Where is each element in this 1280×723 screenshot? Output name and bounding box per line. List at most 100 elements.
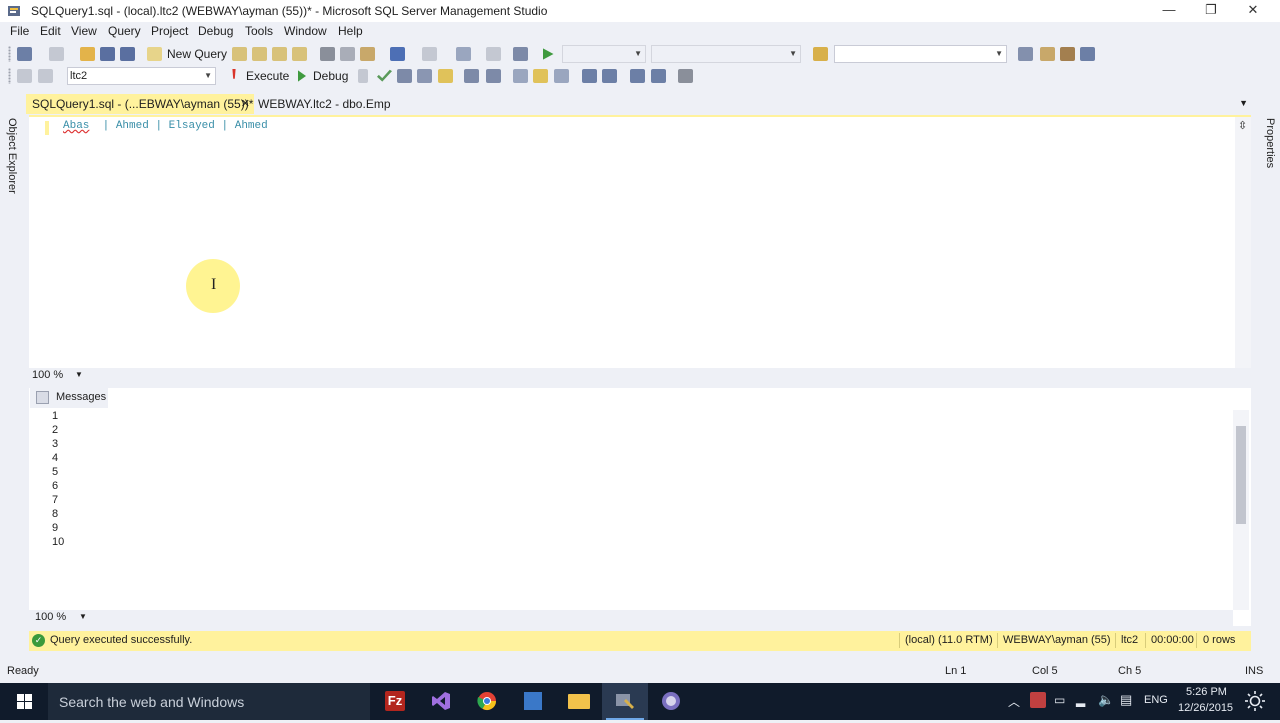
tray-expand-icon[interactable]: ︿ bbox=[1008, 693, 1020, 710]
editor-zoom-dropdown-icon[interactable]: ▼ bbox=[75, 370, 83, 379]
menu-query[interactable]: Query bbox=[108, 24, 141, 38]
editor-line-1[interactable]: Abas | Ahmed | Elsayed | Ahmed bbox=[63, 120, 268, 132]
power-icon[interactable]: ▭ bbox=[1054, 693, 1065, 707]
object-explorer-details-icon[interactable] bbox=[1040, 47, 1055, 61]
close-button[interactable]: ✕ bbox=[1230, 0, 1276, 22]
menu-edit[interactable]: Edit bbox=[40, 24, 61, 38]
editor-scrollbar[interactable]: ⇳ bbox=[1235, 117, 1251, 370]
calculator-app[interactable] bbox=[510, 683, 556, 720]
security-tray-icon[interactable] bbox=[1030, 692, 1046, 708]
chrome-app[interactable] bbox=[464, 683, 510, 720]
debug-button[interactable]: Debug bbox=[313, 69, 348, 83]
include-plan-icon[interactable] bbox=[464, 69, 479, 83]
filezilla-app[interactable]: Fz bbox=[372, 683, 418, 720]
display-plan-icon[interactable] bbox=[397, 69, 412, 83]
find-in-files-icon[interactable] bbox=[813, 47, 828, 61]
navigate-forward-icon[interactable] bbox=[486, 47, 501, 61]
results-zoom-dropdown-icon[interactable]: ▼ bbox=[79, 612, 87, 621]
connect-icon[interactable] bbox=[17, 69, 32, 83]
save-icon[interactable] bbox=[100, 47, 115, 61]
cancel-query-icon[interactable] bbox=[358, 69, 368, 83]
menu-debug[interactable]: Debug bbox=[198, 24, 233, 38]
results-to-file-icon[interactable] bbox=[554, 69, 569, 83]
tab-webway-emp[interactable]: WEBWAY.ltc2 - dbo.Emp bbox=[252, 94, 391, 114]
decrease-indent-icon[interactable] bbox=[630, 69, 645, 83]
toolbox-icon[interactable] bbox=[1060, 47, 1075, 61]
save-all-icon[interactable] bbox=[120, 47, 135, 61]
network-icon[interactable]: ▂ bbox=[1076, 693, 1085, 707]
volume-icon[interactable]: 🔈 bbox=[1098, 692, 1114, 708]
editor-zoom[interactable]: 100 % bbox=[32, 369, 63, 381]
new-query-button[interactable]: New Query bbox=[167, 47, 227, 61]
dmx-query-icon[interactable] bbox=[292, 47, 307, 61]
tab-sqlquery1[interactable]: SQLQuery1.sql - (...EBWAY\ayman (55))* ✕ bbox=[26, 94, 254, 114]
add-item-icon[interactable] bbox=[49, 47, 64, 61]
execute-button[interactable]: Execute bbox=[246, 69, 289, 83]
undo-icon[interactable] bbox=[390, 47, 405, 61]
menu-window[interactable]: Window bbox=[284, 24, 327, 38]
execute-icon[interactable] bbox=[232, 69, 236, 79]
visual-studio-app[interactable] bbox=[418, 683, 464, 720]
brightness-icon[interactable] bbox=[1244, 690, 1266, 712]
new-query-icon[interactable] bbox=[147, 47, 162, 61]
redo-icon[interactable] bbox=[422, 47, 437, 61]
results-to-grid-icon[interactable] bbox=[438, 69, 453, 83]
close-tab-icon[interactable]: ✕ bbox=[241, 94, 250, 114]
mdx-query-icon[interactable] bbox=[272, 47, 287, 61]
solution-config-dropdown[interactable]: ▼ bbox=[562, 45, 646, 63]
ssms-app[interactable] bbox=[602, 683, 648, 720]
copy-icon[interactable] bbox=[340, 47, 355, 61]
database-engine-query-icon[interactable] bbox=[232, 47, 247, 61]
registered-servers-icon[interactable] bbox=[1018, 47, 1033, 61]
browser-app[interactable] bbox=[648, 683, 694, 720]
maximize-button[interactable]: ❐ bbox=[1188, 0, 1234, 22]
paste-icon[interactable] bbox=[360, 47, 375, 61]
menu-help[interactable]: Help bbox=[338, 24, 363, 38]
open-file-icon[interactable] bbox=[80, 47, 95, 61]
start-debug-icon[interactable] bbox=[543, 48, 554, 60]
client-stats-icon[interactable] bbox=[486, 69, 501, 83]
language-indicator[interactable]: ENG bbox=[1144, 694, 1168, 706]
notifications-icon[interactable]: ▤ bbox=[1120, 692, 1132, 708]
new-project-icon[interactable] bbox=[17, 47, 32, 61]
results-to-text-icon[interactable] bbox=[513, 69, 528, 83]
analysis-query-icon[interactable] bbox=[252, 47, 267, 61]
results-scrollbar[interactable] bbox=[1233, 410, 1249, 610]
uncomment-icon[interactable] bbox=[602, 69, 617, 83]
menu-view[interactable]: View bbox=[71, 24, 97, 38]
cut-icon[interactable] bbox=[320, 47, 335, 61]
find-combo[interactable]: ▼ bbox=[834, 45, 1007, 63]
results-grid-icon[interactable] bbox=[533, 69, 548, 83]
file-explorer-app[interactable] bbox=[556, 683, 602, 720]
database-dropdown[interactable]: ltc2 ▼ bbox=[67, 67, 216, 85]
menu-tools[interactable]: Tools bbox=[245, 24, 273, 38]
menu-project[interactable]: Project bbox=[151, 24, 188, 38]
window-layout-icon[interactable] bbox=[1080, 47, 1095, 61]
clock-date[interactable]: 12/26/2015 bbox=[1178, 702, 1233, 714]
clock-time[interactable]: 5:26 PM bbox=[1186, 686, 1227, 698]
taskbar-search[interactable]: Search the web and Windows bbox=[48, 683, 370, 720]
results-zoom[interactable]: 100 % bbox=[35, 611, 66, 623]
debug-icon[interactable] bbox=[298, 70, 306, 82]
specify-template-values-icon[interactable] bbox=[678, 69, 693, 83]
navigate-backward-icon[interactable] bbox=[456, 47, 471, 61]
properties-tab[interactable]: Properties bbox=[1264, 118, 1276, 168]
solution-explorer-icon[interactable] bbox=[513, 47, 528, 61]
change-connection-icon[interactable] bbox=[38, 69, 53, 83]
tab-overflow-icon[interactable]: ▼ bbox=[1239, 98, 1248, 108]
minimize-button[interactable]: — bbox=[1146, 0, 1192, 22]
start-button[interactable] bbox=[0, 683, 48, 720]
platform-dropdown[interactable]: ▼ bbox=[651, 45, 801, 63]
menu-file[interactable]: File bbox=[10, 24, 29, 38]
toolbar-grip[interactable] bbox=[8, 68, 11, 84]
query-designer-icon[interactable] bbox=[417, 69, 432, 83]
object-explorer-tab[interactable]: Object Explorer bbox=[6, 118, 18, 194]
parse-icon[interactable] bbox=[377, 69, 392, 82]
results-scroll-thumb[interactable] bbox=[1236, 426, 1246, 524]
increase-indent-icon[interactable] bbox=[651, 69, 666, 83]
toolbar-grip[interactable] bbox=[8, 46, 11, 62]
comment-icon[interactable] bbox=[582, 69, 597, 83]
messages-tab[interactable]: Messages bbox=[30, 388, 108, 408]
query-editor[interactable]: Abas | Ahmed | Elsayed | Ahmed ⇳ bbox=[29, 115, 1251, 372]
split-icon[interactable]: ⇳ bbox=[1238, 119, 1247, 132]
